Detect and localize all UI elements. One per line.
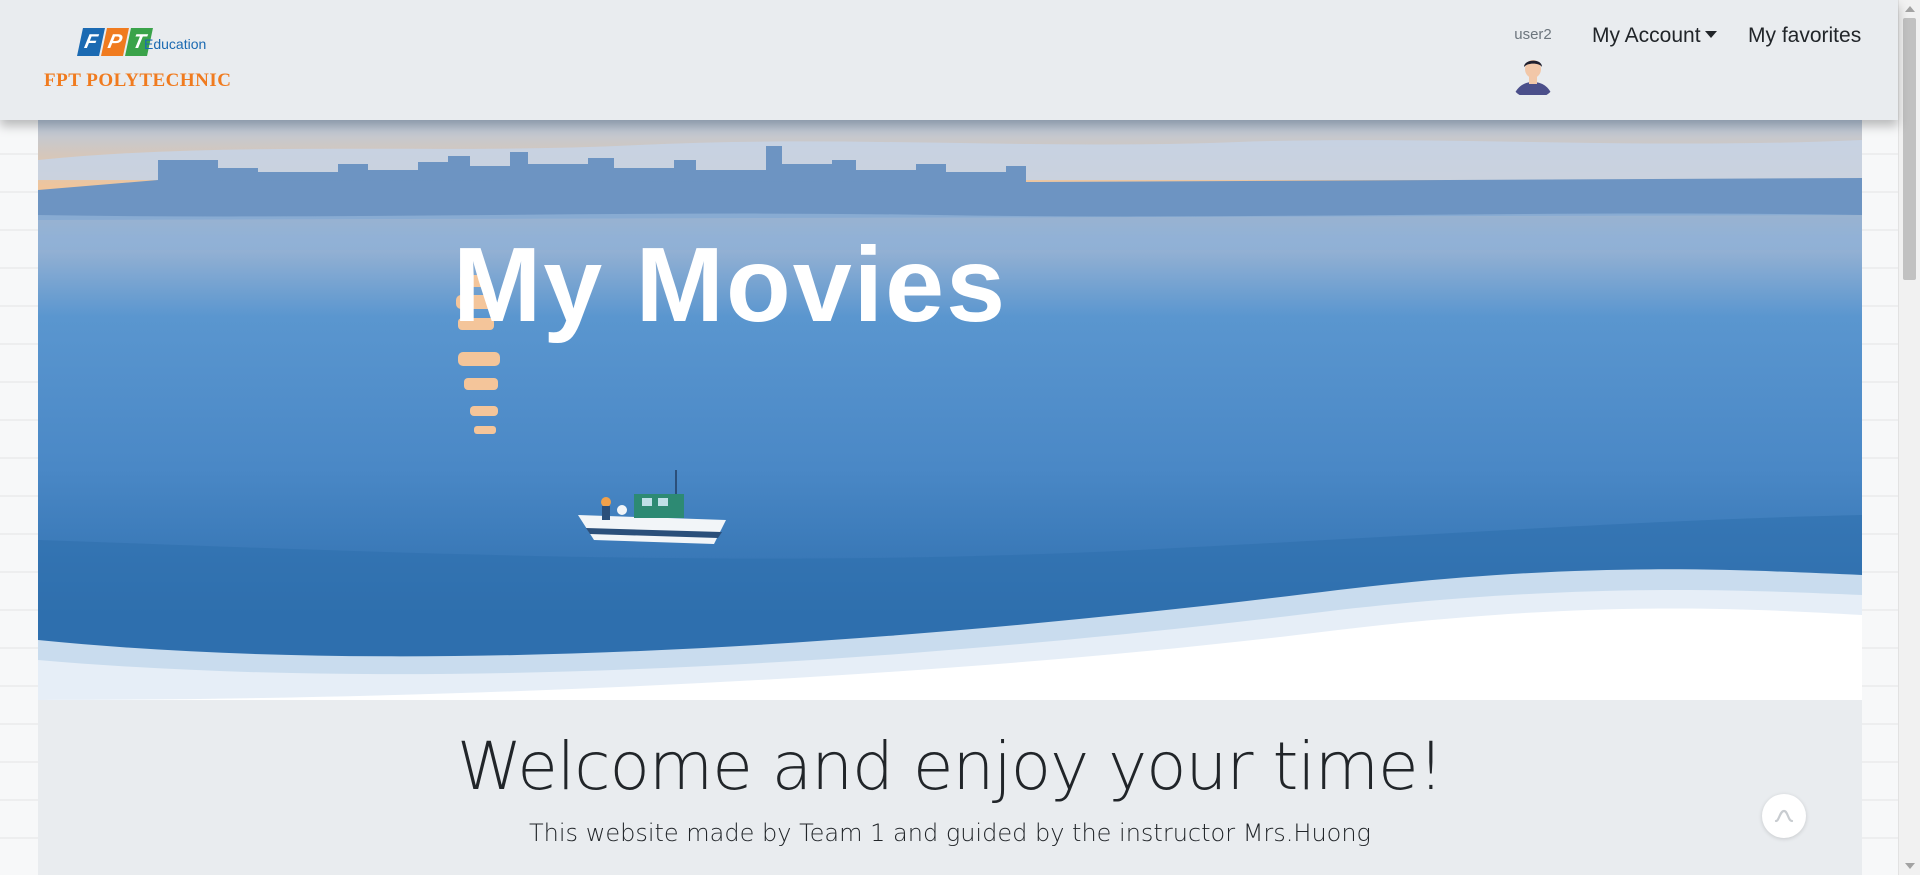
fpt-logo-icon: F P T: [77, 28, 153, 56]
wave-icon: [1774, 809, 1794, 823]
my-account-label: My Account: [1592, 24, 1701, 47]
scroll-to-top-button[interactable]: [1762, 794, 1806, 838]
vertical-scrollbar[interactable]: [1898, 0, 1920, 875]
hero-title-text: My Movies: [452, 226, 1008, 344]
logo-education-label: Education: [144, 36, 207, 52]
scroll-up-icon[interactable]: [1905, 6, 1915, 12]
navbar: F P T Education FPT POLYTECHNIC user2 My…: [0, 0, 1898, 120]
logo-brand-name: FPT POLYTECHNIC: [44, 70, 232, 91]
boat-illustration: [578, 470, 726, 544]
welcome-heading: Welcome and enjoy your time!: [456, 728, 1444, 805]
hero-illustration: [38, 140, 1862, 700]
my-favorites-link[interactable]: My favorites: [1748, 24, 1861, 48]
caret-down-icon: [1704, 31, 1717, 38]
welcome-section: Welcome and enjoy your time! This websit…: [38, 700, 1862, 875]
brand-logo[interactable]: F P T Education FPT POLYTECHNIC: [44, 24, 244, 94]
hero-title: My Movies: [38, 225, 1862, 346]
user-info[interactable]: user2: [1498, 26, 1568, 99]
hero-banner: My Movies: [38, 120, 1862, 700]
my-account-dropdown[interactable]: My Account: [1592, 24, 1717, 48]
scroll-down-icon[interactable]: [1905, 863, 1915, 869]
welcome-subtext: This website made by Team 1 and guided b…: [529, 819, 1371, 847]
username-label: user2: [1514, 26, 1552, 43]
scrollbar-thumb[interactable]: [1903, 18, 1916, 280]
user-avatar-icon[interactable]: [1508, 49, 1558, 99]
